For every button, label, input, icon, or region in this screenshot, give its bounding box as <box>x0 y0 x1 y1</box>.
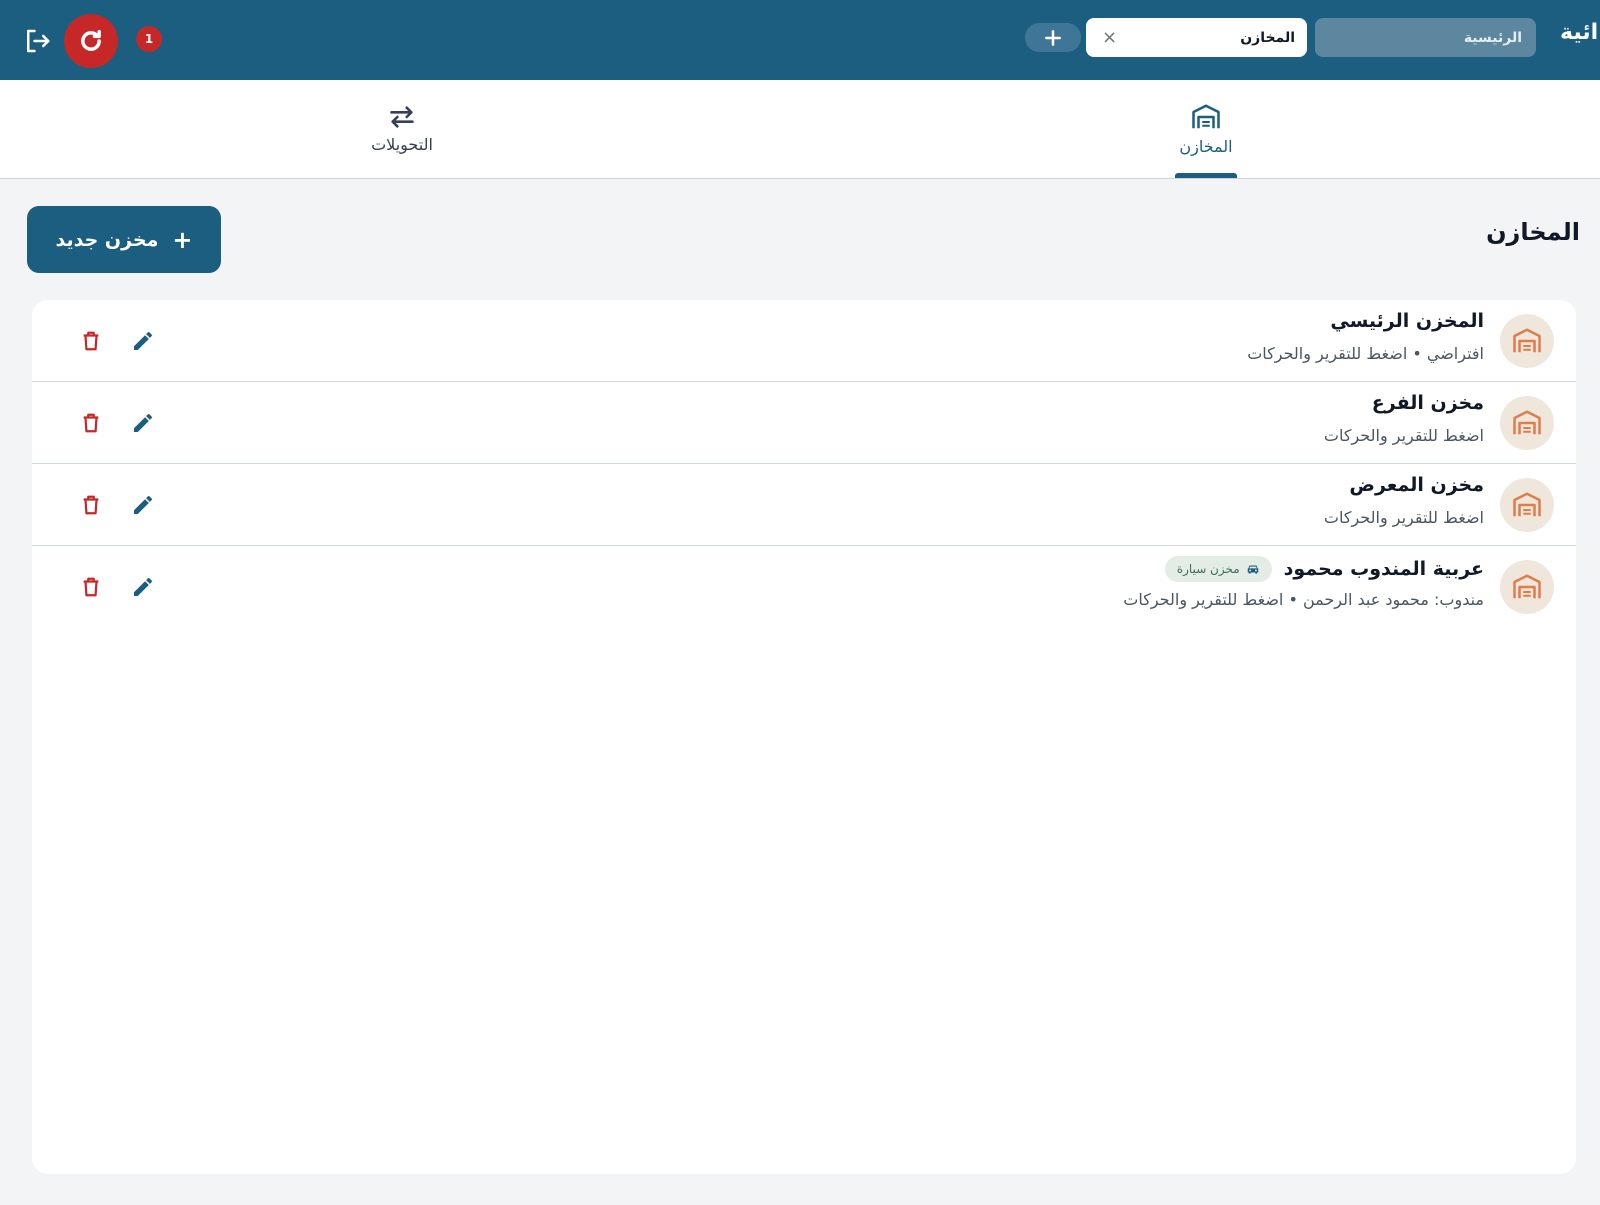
page-title: المخازن <box>1486 218 1580 246</box>
warehouse-icon <box>1513 574 1541 599</box>
warehouse-subtitle: افتراضي • اضغط للتقرير والحركات <box>1247 344 1484 363</box>
plus-icon <box>1045 29 1061 46</box>
warehouse-subtitle: اضغط للتقرير والحركات <box>1323 426 1484 445</box>
pencil-icon <box>134 495 153 514</box>
warehouse-subtitle: اضغط للتقرير والحركات <box>1323 508 1484 527</box>
tab-home[interactable]: الرئيسية <box>1315 18 1536 57</box>
new-warehouse-button[interactable]: مخزن جديد + <box>27 206 221 273</box>
logout-icon <box>27 29 50 53</box>
tab-label: التحويلات <box>371 135 433 154</box>
tab-transfers-section[interactable]: التحويلات <box>322 80 482 179</box>
warehouse-name: المخزن الرئيسي <box>1330 310 1484 332</box>
warehouse-avatar <box>1500 560 1554 614</box>
logout-button[interactable] <box>20 24 54 58</box>
tab-label: المخازن <box>1179 137 1233 156</box>
section-tabs: المخازن التحويلات <box>0 80 1600 179</box>
plus-icon: + <box>172 225 193 254</box>
refresh-icon <box>81 29 101 51</box>
trash-icon <box>83 577 99 597</box>
edit-button[interactable] <box>128 408 158 438</box>
pencil-icon <box>134 577 153 596</box>
trash-icon <box>83 413 99 433</box>
warehouse-icon <box>1513 410 1541 435</box>
title-line: مخزن المعرض <box>1349 474 1484 496</box>
title-line: المخزن الرئيسي <box>1330 310 1484 332</box>
add-tab-button[interactable] <box>1025 23 1081 52</box>
pencil-icon <box>134 413 153 432</box>
list-item[interactable]: المخزن الرئيسي افتراضي • اضغط للتقرير وا… <box>32 300 1576 382</box>
title-line: مخزن الفرع <box>1372 392 1484 414</box>
edit-button[interactable] <box>128 572 158 602</box>
list-item[interactable]: عربية المندوب محمود مخزن سيارة مندوب: مح… <box>32 546 1576 628</box>
warehouse-avatar <box>1500 478 1554 532</box>
tab-label: المخازن <box>1240 29 1295 46</box>
swap-arrows-icon <box>390 106 414 128</box>
tab-warehouses-section[interactable]: المخازن <box>1126 80 1286 179</box>
close-tab-icon[interactable]: × <box>1102 28 1117 47</box>
warehouse-name: عربية المندوب محمود <box>1283 558 1484 580</box>
delete-button[interactable] <box>76 490 106 520</box>
pencil-icon <box>134 331 153 350</box>
warehouse-icon <box>1513 492 1541 517</box>
car-icon <box>1247 565 1258 574</box>
active-tab-indicator <box>1175 173 1237 178</box>
trash-icon <box>83 495 99 515</box>
delete-button[interactable] <box>76 408 106 438</box>
title-line: عربية المندوب محمود مخزن سيارة <box>1164 556 1484 582</box>
notification-badge: 1 <box>136 26 162 52</box>
edit-button[interactable] <box>128 326 158 356</box>
warehouse-subtitle: مندوب: محمود عبد الرحمن • اضغط للتقرير و… <box>1123 590 1484 609</box>
warehouse-icon <box>1192 104 1220 129</box>
warehouse-name: مخزن الفرع <box>1371 392 1484 414</box>
warehouse-icon <box>1513 328 1541 353</box>
delete-button[interactable] <box>76 572 106 602</box>
new-warehouse-label: مخزن جديد <box>55 228 159 251</box>
warehouse-avatar <box>1500 314 1554 368</box>
delete-button[interactable] <box>76 326 106 356</box>
top-bar: 1 × المخازن الرئيسية ائية <box>0 0 1600 80</box>
app-title: ائية <box>1560 20 1599 45</box>
list-item[interactable]: مخزن المعرض اضغط للتقرير والحركات <box>32 464 1576 546</box>
vehicle-warehouse-badge: مخزن سيارة <box>1164 556 1272 582</box>
tab-warehouses[interactable]: × المخازن <box>1086 18 1307 57</box>
warehouse-list: المخزن الرئيسي افتراضي • اضغط للتقرير وا… <box>32 300 1576 1174</box>
list-item[interactable]: مخزن الفرع اضغط للتقرير والحركات <box>32 382 1576 464</box>
warehouse-avatar <box>1500 396 1554 450</box>
edit-button[interactable] <box>128 490 158 520</box>
warehouse-name: مخزن المعرض <box>1349 474 1484 496</box>
refresh-button[interactable] <box>64 14 118 68</box>
badge-label: مخزن سيارة <box>1176 562 1240 576</box>
tab-label: الرئيسية <box>1463 29 1522 46</box>
trash-icon <box>83 331 99 351</box>
